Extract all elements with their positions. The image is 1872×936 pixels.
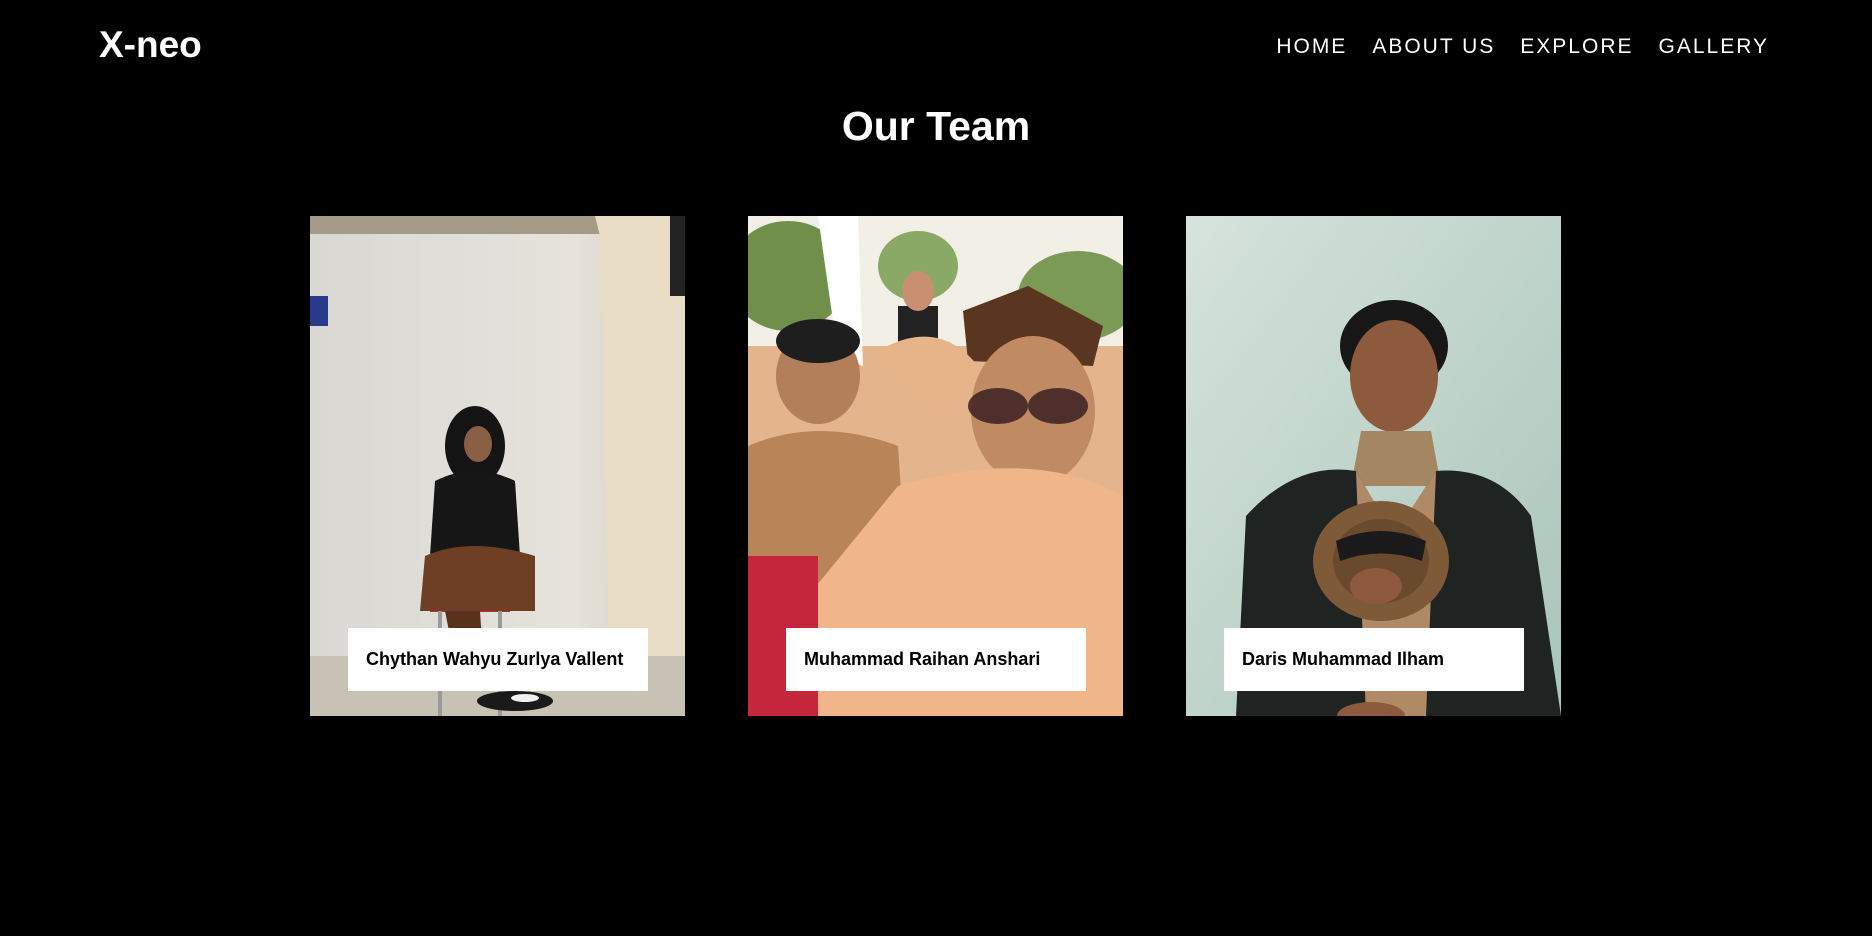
nav-about-us[interactable]: ABOUT US <box>1372 35 1495 59</box>
page: X-neo HOME ABOUT US EXPLORE GALLERY Our … <box>0 0 1872 936</box>
team-card[interactable]: Muhammad Raihan Anshari <box>748 216 1123 716</box>
nav-gallery[interactable]: GALLERY <box>1659 35 1770 59</box>
team-card[interactable]: Daris Muhammad Ilham <box>1186 216 1561 716</box>
nav-explore[interactable]: EXPLORE <box>1520 35 1633 59</box>
team-cards: Chythan Wahyu Zurlya Vallent Muhammad Ra… <box>310 216 1561 716</box>
site-logo[interactable]: X-neo <box>99 24 202 66</box>
member-name: Muhammad Raihan Anshari <box>786 628 1086 691</box>
member-name: Daris Muhammad Ilham <box>1224 628 1524 691</box>
main-nav: HOME ABOUT US EXPLORE GALLERY <box>1276 35 1769 59</box>
member-name: Chythan Wahyu Zurlya Vallent <box>348 628 648 691</box>
page-title: Our Team <box>841 103 1031 149</box>
nav-home[interactable]: HOME <box>1276 35 1347 59</box>
team-card[interactable]: Chythan Wahyu Zurlya Vallent <box>310 216 685 716</box>
